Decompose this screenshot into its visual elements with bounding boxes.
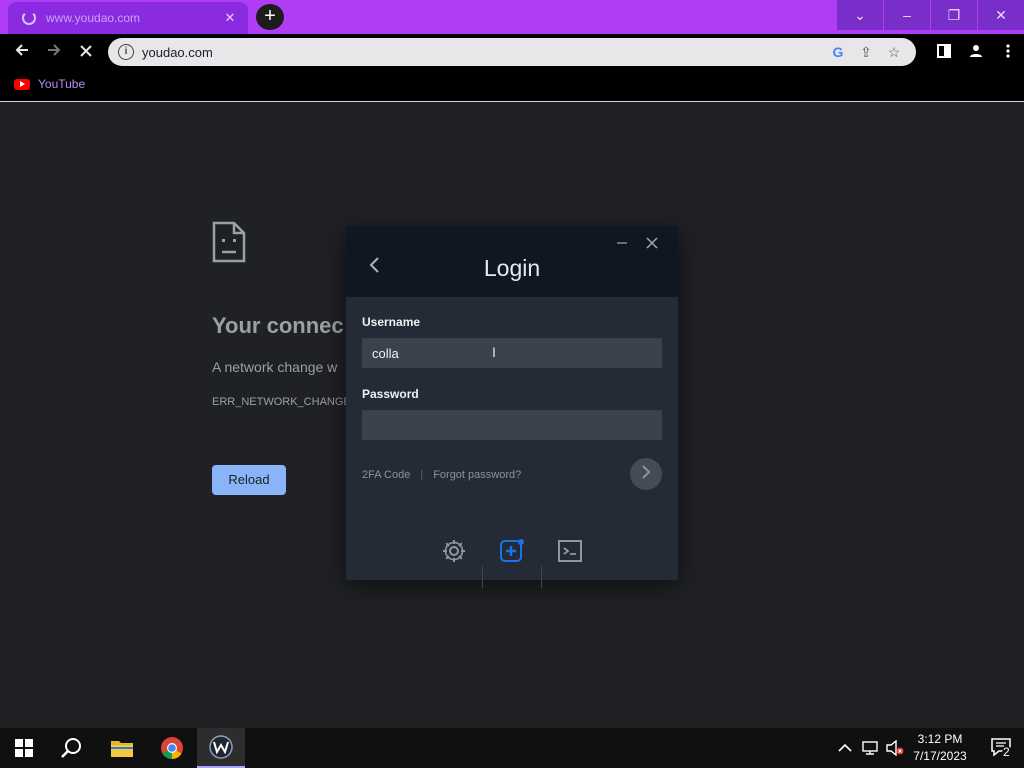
error-description: A network change w (212, 359, 338, 375)
new-tab-button[interactable]: + (256, 4, 284, 30)
google-icon[interactable]: G (824, 44, 852, 60)
dialog-footer (346, 538, 678, 588)
add-icon[interactable] (499, 538, 525, 564)
windows-icon (15, 739, 33, 757)
login-dialog: Login Username I Password 2FA Code | For… (346, 226, 678, 588)
forward-button[interactable] (38, 36, 70, 68)
app-button-active[interactable] (197, 728, 245, 768)
notification-center-button[interactable]: 2 (990, 736, 1014, 760)
text-cursor-icon: I (492, 344, 496, 360)
notification-icon (991, 738, 1014, 759)
error-title: Your connec (212, 313, 344, 338)
side-panel-icon (937, 44, 951, 58)
profile-button[interactable] (960, 36, 992, 68)
menu-button[interactable] (992, 36, 1024, 68)
2fa-code-link[interactable]: 2FA Code (362, 469, 410, 481)
system-tray (838, 728, 904, 768)
start-button[interactable] (0, 728, 48, 768)
link-separator: | (420, 469, 424, 481)
error-code: ERR_NETWORK_CHANGE (212, 396, 351, 408)
tab-search-button[interactable]: ⌄ (837, 0, 883, 30)
footer-divider (541, 566, 542, 588)
bookmarks-bar: YouTube (0, 70, 1024, 102)
bookmark-label: YouTube (38, 77, 86, 91)
minimize-icon[interactable] (616, 237, 628, 249)
password-label: Password (362, 387, 419, 401)
tab-close-icon[interactable]: ✕ (222, 10, 238, 26)
bookmark-star-icon[interactable]: ☆ (880, 44, 908, 61)
info-icon[interactable]: i (118, 44, 134, 60)
restore-button[interactable]: ❐ (931, 0, 977, 30)
close-icon[interactable] (646, 237, 658, 249)
back-button[interactable] (6, 36, 38, 68)
minimize-button[interactable]: – (884, 0, 930, 30)
side-panel-button[interactable] (928, 36, 960, 68)
arrow-right-icon (48, 44, 61, 56)
username-input[interactable] (362, 338, 662, 368)
network-icon[interactable] (862, 741, 878, 755)
person-icon (970, 45, 982, 57)
clock[interactable]: 3:12 PM 7/17/2023 (900, 731, 980, 765)
search-button[interactable] (48, 728, 96, 768)
clock-time: 3:12 PM (917, 732, 963, 746)
sad-document-icon (212, 221, 246, 263)
browser-tab[interactable]: www.youdao.com ✕ (8, 2, 248, 34)
username-label: Username (362, 315, 421, 329)
dialog-title: Login (483, 255, 541, 281)
chrome-button[interactable] (148, 728, 196, 768)
stop-loading-button[interactable] (70, 36, 102, 68)
address-bar[interactable]: i youdao.com G ⇪ ☆ (108, 38, 916, 66)
reload-button[interactable]: Reload (212, 465, 286, 495)
close-icon (80, 45, 92, 57)
youtube-icon (14, 78, 30, 90)
file-explorer-button[interactable] (98, 728, 146, 768)
dialog-header: Login (346, 226, 678, 297)
tab-bar: www.youdao.com ✕ + ⌄ – ❐ ✕ (0, 0, 1024, 34)
close-window-button[interactable]: ✕ (978, 0, 1024, 30)
footer-divider (482, 566, 483, 588)
tab-title: www.youdao.com (46, 11, 141, 25)
more-vertical-icon (1006, 44, 1010, 58)
url-text[interactable]: youdao.com (142, 45, 824, 60)
chrome-icon (161, 737, 183, 759)
clock-date: 7/17/2023 (913, 749, 967, 763)
arrow-left-icon (15, 44, 28, 56)
share-icon[interactable]: ⇪ (852, 44, 880, 61)
password-input[interactable] (362, 410, 662, 440)
notification-count: 2 (1003, 745, 1010, 759)
login-links: 2FA Code | Forgot password? (362, 469, 521, 481)
loading-spinner-icon (22, 11, 36, 25)
bookmark-youtube[interactable]: YouTube (14, 77, 85, 91)
forgot-password-link[interactable]: Forgot password? (433, 469, 521, 481)
gear-icon[interactable] (441, 538, 467, 564)
folder-icon (111, 741, 133, 757)
app-w-icon (209, 735, 233, 759)
terminal-icon[interactable] (557, 538, 583, 564)
search-icon (61, 738, 81, 758)
chevron-right-icon (642, 465, 651, 479)
chevron-up-icon[interactable] (838, 743, 852, 753)
browser-toolbar: i youdao.com G ⇪ ☆ (0, 34, 1024, 70)
submit-login-button[interactable] (630, 458, 662, 490)
taskbar: 3:12 PM 7/17/2023 2 (0, 728, 1024, 768)
